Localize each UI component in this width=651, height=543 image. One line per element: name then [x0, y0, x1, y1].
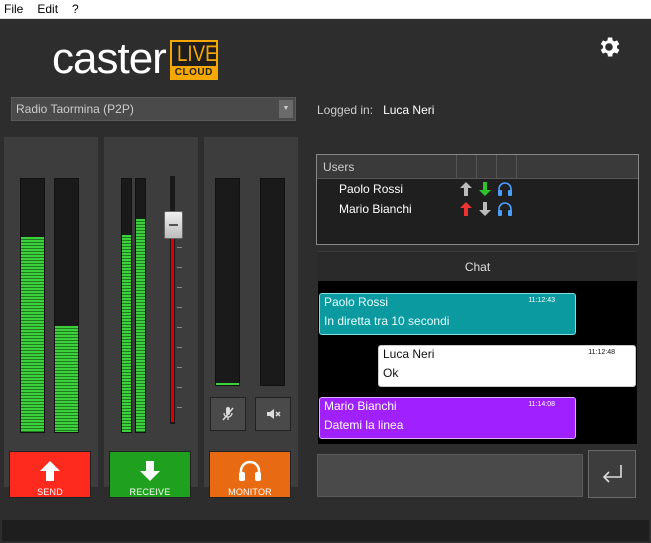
send-meter-right	[54, 178, 79, 433]
fader-tick	[177, 307, 182, 308]
receive-meter-left	[121, 178, 132, 433]
arrow-down-icon	[140, 461, 160, 481]
logo-live: LIVE	[176, 41, 218, 66]
users-header: Users	[317, 155, 638, 179]
arrow-up-icon	[460, 182, 472, 196]
monitor-button-label: MONITOR	[228, 487, 272, 497]
chat-message-author: Luca Neri	[383, 347, 435, 361]
chevron-down-icon[interactable]: ▼	[279, 100, 293, 118]
status-bar	[2, 520, 649, 541]
chat-message-time: 11:12:48	[588, 349, 615, 356]
menu-edit[interactable]: Edit	[37, 2, 58, 16]
arrow-up-icon	[460, 202, 472, 216]
login-user: Luca Neri	[383, 103, 435, 117]
column-divider	[476, 155, 477, 179]
logo-text: caster	[52, 34, 167, 83]
fader-tick	[177, 367, 182, 368]
logo-cloud: CLOUD	[169, 66, 218, 80]
monitor-meter-right	[260, 178, 285, 386]
chat-message-text: Ok	[383, 366, 399, 380]
fader-tick	[177, 347, 182, 348]
receive-button[interactable]: RECEIVE	[109, 451, 191, 498]
column-divider	[496, 155, 497, 179]
speaker-mute-icon	[267, 409, 281, 419]
fader-tick	[177, 407, 182, 408]
column-divider	[516, 155, 517, 179]
arrow-up-icon	[40, 461, 60, 481]
station-select[interactable]: Radio Taormina (P2P) ▼	[11, 97, 296, 121]
receive-meter-right	[135, 178, 146, 433]
enter-icon	[602, 465, 622, 483]
chat-message-text: In diretta tra 10 secondi	[324, 314, 450, 328]
user-name: Paolo Rossi	[339, 182, 404, 196]
send-button[interactable]: SEND	[9, 451, 91, 498]
chat-message: Luca Neri 11:12:48 Ok	[378, 345, 636, 387]
monitor-button[interactable]: MONITOR	[209, 451, 291, 498]
fader-tick	[177, 387, 182, 388]
logo-badge: LIVE CLOUD	[169, 40, 218, 80]
menu-help[interactable]: ?	[72, 2, 79, 16]
chat-input[interactable]	[317, 454, 583, 497]
headphones-icon	[498, 202, 512, 216]
chat-message-time: 11:12:43	[528, 297, 555, 304]
caster-live-logo: caster LIVE CLOUD	[52, 34, 218, 83]
chat-send-button[interactable]	[588, 450, 636, 498]
login-status: Logged in: Luca Neri	[317, 103, 434, 117]
receive-button-label: RECEIVE	[129, 487, 171, 497]
arrow-down-icon	[479, 182, 491, 196]
fader-tick	[177, 327, 182, 328]
chat-message: Paolo Rossi 11:12:43 In diretta tra 10 s…	[319, 293, 576, 335]
receive-panel	[104, 137, 198, 487]
column-divider	[456, 155, 457, 179]
chat-message-author: Mario Bianchi	[324, 399, 397, 413]
headphones-icon	[498, 182, 512, 196]
fader-tick	[177, 247, 182, 248]
volume-fader-knob[interactable]	[164, 211, 183, 239]
login-label: Logged in:	[317, 103, 374, 117]
headphones-icon	[239, 460, 261, 481]
send-button-label: SEND	[37, 487, 63, 497]
arrow-down-icon	[479, 202, 491, 216]
users-header-label: Users	[323, 160, 355, 174]
chat-title: Chat	[318, 251, 637, 281]
send-meter-right-fill	[55, 325, 78, 432]
chat-message-text: Datemi la linea	[324, 418, 404, 432]
monitor-meter-left	[215, 178, 240, 386]
chat-message: Mario Bianchi 11:14:08 Datemi la linea	[319, 397, 576, 439]
station-select-value: Radio Taormina (P2P)	[16, 102, 134, 116]
send-meter-left-fill	[21, 237, 44, 432]
volume-fader-level	[171, 225, 174, 422]
menu-bar: File Edit ?	[0, 0, 651, 19]
users-list: Users Paolo Rossi Mario Bianchi	[316, 154, 639, 245]
fader-tick	[177, 287, 182, 288]
gear-icon[interactable]	[596, 34, 622, 60]
fader-tick	[177, 267, 182, 268]
chat-message-time: 11:14:08	[528, 401, 555, 408]
user-row[interactable]: Paolo Rossi	[317, 179, 638, 199]
menu-file[interactable]: File	[4, 2, 23, 16]
user-name: Mario Bianchi	[339, 202, 412, 216]
send-meter-left	[20, 178, 45, 433]
send-panel	[4, 137, 98, 487]
chat-message-author: Paolo Rossi	[324, 295, 389, 309]
monitor-meter-left-fill	[216, 382, 239, 385]
receive-meter-right-fill	[136, 219, 145, 432]
mic-mute-icon	[222, 407, 234, 421]
mute-speaker-button[interactable]	[255, 397, 291, 431]
mute-mic-button[interactable]	[210, 397, 246, 431]
user-row[interactable]: Mario Bianchi	[317, 199, 638, 219]
receive-meter-left-fill	[122, 234, 131, 432]
